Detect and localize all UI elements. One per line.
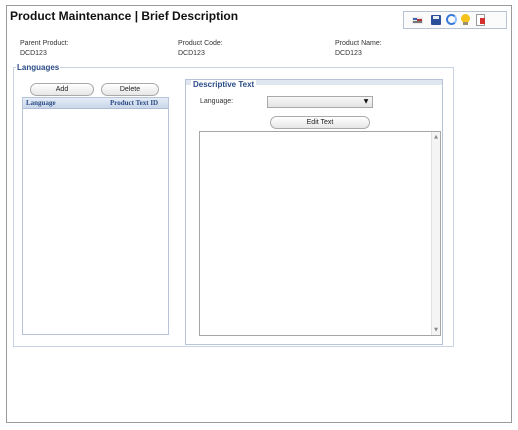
- page-title: Product Maintenance | Brief Description: [10, 9, 239, 23]
- languages-group-label: Languages: [16, 63, 61, 72]
- flag-icon[interactable]: [412, 17, 423, 24]
- languages-grid-header: Language Product Text ID: [23, 98, 168, 109]
- descriptive-text-area[interactable]: ▲ ▼: [199, 131, 441, 336]
- descriptive-text-label: Descriptive Text: [191, 80, 257, 89]
- add-button[interactable]: Add: [30, 83, 94, 96]
- document-icon[interactable]: [476, 14, 485, 26]
- parent-product-label: Parent Product:: [20, 40, 69, 47]
- edit-text-button[interactable]: Edit Text: [270, 116, 370, 129]
- text-scrollbar[interactable]: ▲ ▼: [431, 132, 440, 335]
- parent-product-value: DCD123: [20, 50, 47, 57]
- save-icon[interactable]: [431, 15, 441, 25]
- language-select[interactable]: ▼: [267, 96, 373, 108]
- toolbar: [403, 11, 507, 29]
- column-language[interactable]: Language: [26, 99, 56, 107]
- language-label: Language:: [200, 98, 234, 105]
- refresh-icon[interactable]: [446, 14, 457, 25]
- product-code-label: Product Code:: [178, 40, 223, 47]
- product-name-value: DCD123: [335, 50, 362, 57]
- scroll-down-icon[interactable]: ▼: [432, 326, 440, 334]
- delete-button[interactable]: Delete: [101, 83, 159, 96]
- languages-grid: Language Product Text ID: [22, 97, 169, 335]
- product-name-label: Product Name:: [335, 40, 382, 47]
- column-product-text-id[interactable]: Product Text ID: [110, 99, 158, 107]
- lightbulb-icon[interactable]: [461, 14, 470, 25]
- dropdown-arrow-icon[interactable]: ▼: [362, 98, 370, 106]
- scroll-up-icon[interactable]: ▲: [432, 133, 440, 141]
- product-code-value: DCD123: [178, 50, 205, 57]
